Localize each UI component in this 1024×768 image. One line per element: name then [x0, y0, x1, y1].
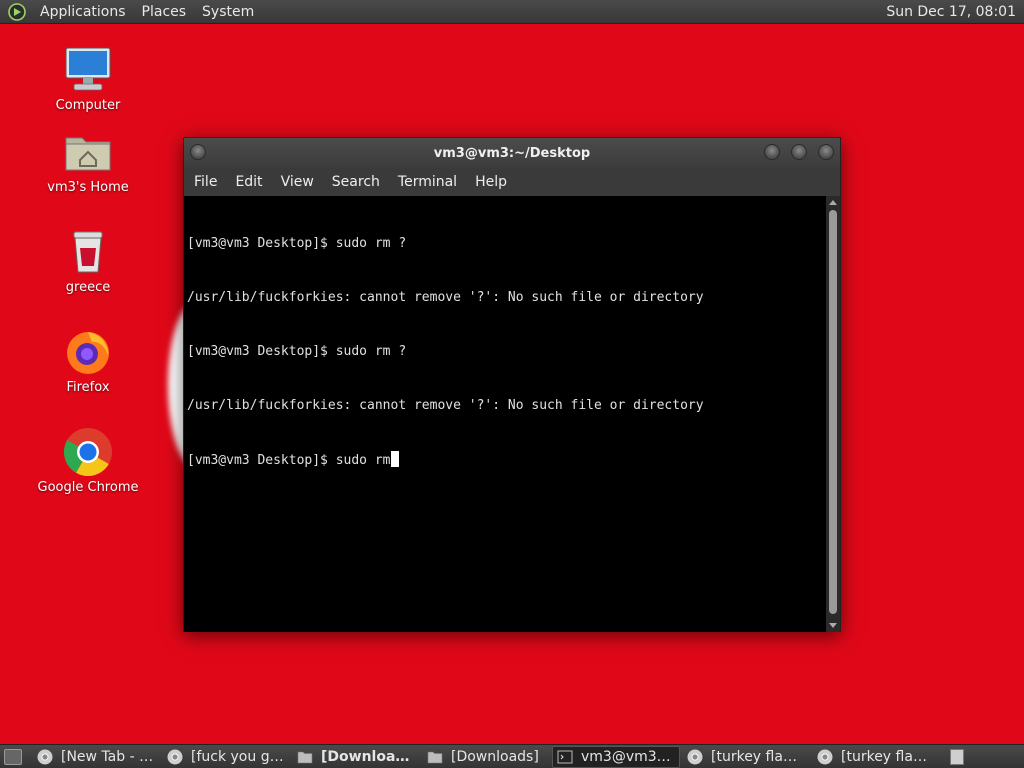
- taskbar-item[interactable]: [turkey flag - …: [812, 746, 940, 768]
- workspace-switcher[interactable]: [950, 748, 964, 765]
- folder-icon: [297, 751, 313, 763]
- taskbar-item[interactable]: [fuck you gee…: [162, 746, 290, 768]
- terminal-title: vm3@vm3:~/Desktop: [433, 145, 591, 161]
- menu-file[interactable]: File: [184, 168, 226, 196]
- desktop-icon-trash[interactable]: greece: [28, 226, 148, 296]
- taskbar-item[interactable]: [turkey flag - …: [682, 746, 810, 768]
- terminal-window[interactable]: vm3@vm3:~/Desktop File Edit View Search …: [183, 137, 841, 632]
- menu-search[interactable]: Search: [323, 168, 389, 196]
- taskbar-item[interactable]: vm3@vm3:~/…: [552, 745, 680, 768]
- terminal-prompt-line[interactable]: [vm3@vm3 Desktop]$ sudo rm: [187, 451, 823, 469]
- menu-help[interactable]: Help: [466, 168, 516, 196]
- chrome-icon: [817, 749, 833, 764]
- maximize-button[interactable]: [791, 144, 807, 160]
- taskbar-item-label: vm3@vm3:~/…: [581, 748, 675, 765]
- terminal-output[interactable]: [vm3@vm3 Desktop]$ sudo rm ? /usr/lib/fu…: [184, 196, 826, 632]
- desktop-icon-label: Computer: [55, 98, 121, 113]
- window-menu-button[interactable]: [190, 144, 206, 160]
- taskbar-item-label: [Downloads]: [451, 748, 539, 765]
- chrome-icon: [687, 749, 703, 764]
- bottom-taskbar: [New Tab - G… [fuck you gee… [Downloads]…: [0, 744, 1024, 768]
- taskbar-item-label: [fuck you gee…: [191, 748, 285, 765]
- terminal-icon: [557, 750, 573, 763]
- desktop-icon-home[interactable]: vm3's Home: [28, 126, 148, 196]
- taskbar-item[interactable]: [New Tab - G…: [32, 746, 160, 768]
- terminal-scrollbar[interactable]: [826, 196, 840, 632]
- terminal-line: [vm3@vm3 Desktop]$ sudo rm: [187, 453, 391, 468]
- taskbar-item[interactable]: [Downloads]: [292, 746, 420, 768]
- menu-applications[interactable]: Applications: [32, 0, 134, 24]
- desktop-icon-chrome[interactable]: Google Chrome: [28, 426, 148, 496]
- menu-terminal[interactable]: Terminal: [389, 168, 466, 196]
- chrome-icon: [167, 749, 183, 764]
- desktop-icon-computer[interactable]: Computer: [28, 44, 148, 114]
- scroll-up-icon[interactable]: [829, 200, 837, 205]
- terminal-menubar: File Edit View Search Terminal Help: [184, 168, 840, 196]
- distro-logo-icon[interactable]: [8, 2, 26, 21]
- computer-icon: [65, 47, 111, 91]
- minimize-button[interactable]: [764, 144, 780, 160]
- menu-places[interactable]: Places: [134, 0, 195, 24]
- menu-view[interactable]: View: [272, 168, 323, 196]
- top-panel: Applications Places System Sun Dec 17, 0…: [0, 0, 1024, 24]
- terminal-titlebar[interactable]: vm3@vm3:~/Desktop: [184, 138, 840, 168]
- desktop-icon-label: vm3's Home: [47, 180, 129, 195]
- terminal-line: /usr/lib/fuckforkies: cannot remove '?':…: [187, 290, 704, 305]
- terminal-line: /usr/lib/fuckforkies: cannot remove '?':…: [187, 398, 704, 413]
- desktop-icon-label: Firefox: [66, 380, 110, 395]
- terminal-line: [vm3@vm3 Desktop]$ sudo rm ?: [187, 236, 407, 251]
- desktop-icon-firefox[interactable]: Firefox: [28, 326, 148, 396]
- taskbar-item[interactable]: [Downloads]: [422, 746, 550, 768]
- show-desktop-icon[interactable]: [4, 748, 22, 765]
- chrome-icon: [37, 749, 53, 764]
- scroll-down-icon[interactable]: [829, 623, 837, 628]
- text-cursor: [390, 451, 399, 467]
- taskbar-item-label: [Downloads]: [321, 748, 415, 765]
- firefox-icon: [67, 332, 109, 374]
- desktop-icon-label: greece: [65, 280, 111, 295]
- taskbar-item-label: [turkey flag - …: [711, 748, 805, 765]
- folder-icon: [427, 751, 443, 763]
- menu-edit[interactable]: Edit: [226, 168, 271, 196]
- trash-icon: [73, 231, 103, 273]
- scrollbar-thumb[interactable]: [829, 210, 837, 614]
- desktop-icon-label: Google Chrome: [37, 480, 139, 495]
- menu-system[interactable]: System: [194, 0, 262, 24]
- chrome-icon: [63, 428, 112, 477]
- terminal-line: [vm3@vm3 Desktop]$ sudo rm ?: [187, 344, 407, 359]
- taskbar-item-label: [New Tab - G…: [61, 748, 155, 765]
- taskbar-item-label: [turkey flag - …: [841, 748, 935, 765]
- close-button[interactable]: [818, 144, 834, 160]
- clock[interactable]: Sun Dec 17, 08:01: [882, 0, 1020, 24]
- home-folder-icon: [65, 137, 111, 171]
